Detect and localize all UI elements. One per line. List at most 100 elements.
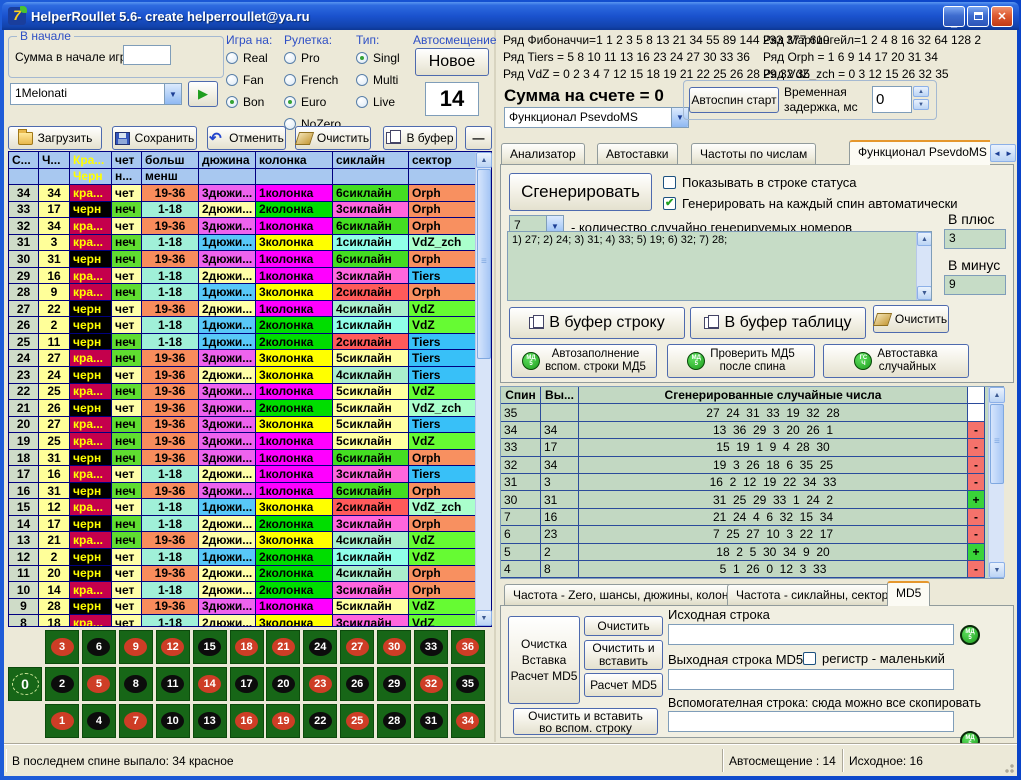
scroll-thumb[interactable] (477, 169, 491, 359)
generated-numbers-area[interactable]: 1) 27; 2) 24; 3) 31; 4) 33; 5) 19; 6) 32… (507, 231, 932, 301)
close-icon[interactable]: ✕ (991, 6, 1013, 27)
resize-grip[interactable] (1003, 762, 1015, 774)
header-cell[interactable] (333, 169, 409, 186)
board-cell-28[interactable]: 28 (377, 704, 411, 738)
table-row[interactable]: 2225кра...неч19-363дюжи...1колонка5сикла… (9, 384, 491, 401)
board-cell-4[interactable]: 4 (82, 704, 116, 738)
generated-row[interactable]: 71621 24 4 6 32 15 34- (501, 509, 1003, 526)
generated-row[interactable]: 331715 19 1 9 4 28 30- (501, 439, 1003, 456)
board-cell-17[interactable]: 17 (230, 667, 264, 701)
header-cell[interactable]: Ч... (39, 152, 70, 169)
table-row[interactable]: 1321кра...неч19-362дюжи...3колонка4сикла… (9, 532, 491, 549)
table-row[interactable]: 1512кра...чет1-181дюжи...3колонка2сиклай… (9, 499, 491, 516)
board-cell-36[interactable]: 36 (451, 630, 485, 664)
header-cell[interactable]: дюжина (199, 152, 256, 169)
scroll-down-icon[interactable]: ▼ (989, 562, 1005, 578)
toolbar-save-button[interactable]: Сохранить (112, 126, 197, 150)
header-cell[interactable]: чет (112, 152, 142, 169)
header-cell[interactable]: Сгенерированные случайные числа (579, 387, 968, 404)
radio-french[interactable]: French (284, 73, 352, 87)
board-cell-5[interactable]: 5 (82, 667, 116, 701)
board-cell-7[interactable]: 7 (119, 704, 153, 738)
table-row[interactable]: 2427кра...неч19-363дюжи...3колонка5сикла… (9, 350, 491, 367)
table-row[interactable]: 313кра...неч1-181дюжи...3колонка1сиклайн… (9, 235, 491, 252)
radio-live[interactable]: Live (356, 95, 411, 109)
table-row[interactable]: 928чернчет19-363дюжи...1колонка5сиклайнV… (9, 599, 491, 616)
table-row[interactable]: 3234кра...чет19-363дюжи...1колонка6сикла… (9, 218, 491, 235)
md5-clear-button[interactable]: Очистить (584, 616, 663, 636)
to-buffer-table-button[interactable]: В буфер таблицу (690, 307, 866, 339)
board-cell-29[interactable]: 29 (377, 667, 411, 701)
toolbar-clear-button[interactable]: Очистить (295, 126, 371, 150)
generated-row[interactable]: 485 1 26 0 12 3 33- (501, 561, 1003, 578)
toolbar-buffer-button[interactable]: В буфер (383, 126, 457, 150)
generated-row[interactable]: 303131 25 29 33 1 24 2+ (501, 491, 1003, 508)
header-cell[interactable]: Кра... (70, 152, 112, 169)
board-cell-10[interactable]: 10 (156, 704, 190, 738)
tab-2[interactable]: Автоставки (597, 143, 678, 165)
table-row[interactable]: 1014кра...чет1-182дюжи...2колонка3сиклай… (9, 582, 491, 599)
board-cell-25[interactable]: 25 (340, 704, 374, 738)
generated-numbers-table[interactable]: СпинВы...Сгенерированные случайные числа… (500, 386, 1004, 579)
radio-multi[interactable]: Multi (356, 73, 411, 87)
autofill-md5-button[interactable]: МД5Автозаполнениевспом. строки МД5 (511, 344, 657, 378)
tab-scroll-left-icon[interactable]: ◄ (993, 149, 1001, 158)
table-row[interactable]: 289кра...неч1-181дюжи...3колонка2сиклайн… (9, 284, 491, 301)
table-row[interactable]: 3434кра...чет19-363дюжи...1колонка6сикла… (9, 185, 491, 202)
board-cell-31[interactable]: 31 (414, 704, 448, 738)
table-row[interactable]: 1631черннеч19-363дюжи...1колонка6сиклайн… (9, 483, 491, 500)
board-cell-18[interactable]: 18 (230, 630, 264, 664)
table-row[interactable]: 1716кра...чет1-182дюжи...1колонка3сиклай… (9, 466, 491, 483)
md5-clear-paste-button[interactable]: Очистить ивставить (584, 640, 663, 670)
md5-icon-button[interactable]: МД5 (960, 625, 980, 645)
minimize-icon[interactable]: _ (943, 6, 965, 27)
start-sum-input[interactable] (123, 45, 171, 65)
autospin-start-button[interactable]: Автоспин старт (689, 87, 779, 113)
scroll-down-icon[interactable]: ▼ (476, 610, 492, 626)
mode-select[interactable]: Функционал PsevdoMS ▼ (504, 107, 689, 128)
header-cell[interactable]: менш (142, 169, 199, 186)
header-cell[interactable]: колонка (256, 152, 333, 169)
delay-spinner[interactable]: ▲ ▼ (913, 86, 929, 110)
md5-aux-input[interactable] (668, 711, 954, 732)
spin-down-icon[interactable]: ▼ (913, 99, 929, 110)
header-cell[interactable] (9, 169, 39, 186)
header-cell[interactable] (968, 387, 985, 404)
board-cell-26[interactable]: 26 (340, 667, 374, 701)
table-row[interactable]: 262чернчет1-181дюжи...2колонка1сиклайнVd… (9, 317, 491, 334)
autoshift-new-button[interactable]: Новое (415, 48, 489, 76)
header-cell[interactable]: Спин (501, 387, 541, 404)
board-cell-30[interactable]: 30 (377, 630, 411, 664)
board-cell-13[interactable]: 13 (193, 704, 227, 738)
radio-singl[interactable]: Singl (356, 51, 411, 65)
board-cell-21[interactable]: 21 (266, 630, 300, 664)
md5-source-input[interactable] (668, 624, 954, 645)
table-row[interactable]: 1120чернчет19-362дюжи...2колонка4сиклайн… (9, 566, 491, 583)
table-row[interactable]: 122чернчет1-181дюжи...2колонка1сиклайнVd… (9, 549, 491, 566)
generate-button[interactable]: Сгенерировать (509, 173, 652, 211)
board-cell-2[interactable]: 2 (45, 667, 79, 701)
table-row[interactable]: 818кра...чет1-182дюжи...3колонка3сиклайн… (9, 615, 491, 627)
board-cell-32[interactable]: 32 (414, 667, 448, 701)
generated-row[interactable]: 343413 36 29 3 20 26 1- (501, 422, 1003, 439)
board-cell-15[interactable]: 15 (193, 630, 227, 664)
header-cell[interactable]: сиклайн (333, 152, 409, 169)
scroll-up-icon[interactable]: ▲ (476, 152, 492, 168)
auto-each-spin-checkbox[interactable]: Генерировать на каждый спин автоматическ… (663, 196, 958, 211)
board-cell-8[interactable]: 8 (119, 667, 153, 701)
chevron-down-icon[interactable]: ▼ (164, 84, 181, 104)
header-cell[interactable] (409, 169, 477, 186)
toolbar-load-button[interactable]: Загрузить (8, 126, 102, 150)
table-row[interactable]: 1417черннеч1-182дюжи...2колонка3сиклайнO… (9, 516, 491, 533)
board-cell-34[interactable]: 34 (451, 704, 485, 738)
board-cell-16[interactable]: 16 (230, 704, 264, 738)
md5-clear-paste-aux-button[interactable]: Очистить и вставитьво вспом. строку (513, 708, 658, 735)
checkbox-icon[interactable] (803, 652, 816, 665)
board-cell-22[interactable]: 22 (303, 704, 337, 738)
board-cell-9[interactable]: 9 (119, 630, 153, 664)
checkbox-icon[interactable] (663, 176, 676, 189)
generated-row[interactable]: 6237 25 27 10 3 22 17- (501, 526, 1003, 543)
board-cell-11[interactable]: 11 (156, 667, 190, 701)
table-row[interactable]: 2916кра...чет1-182дюжи...1колонка3сиклай… (9, 268, 491, 285)
clear-generated-button[interactable]: Очистить (873, 305, 949, 333)
